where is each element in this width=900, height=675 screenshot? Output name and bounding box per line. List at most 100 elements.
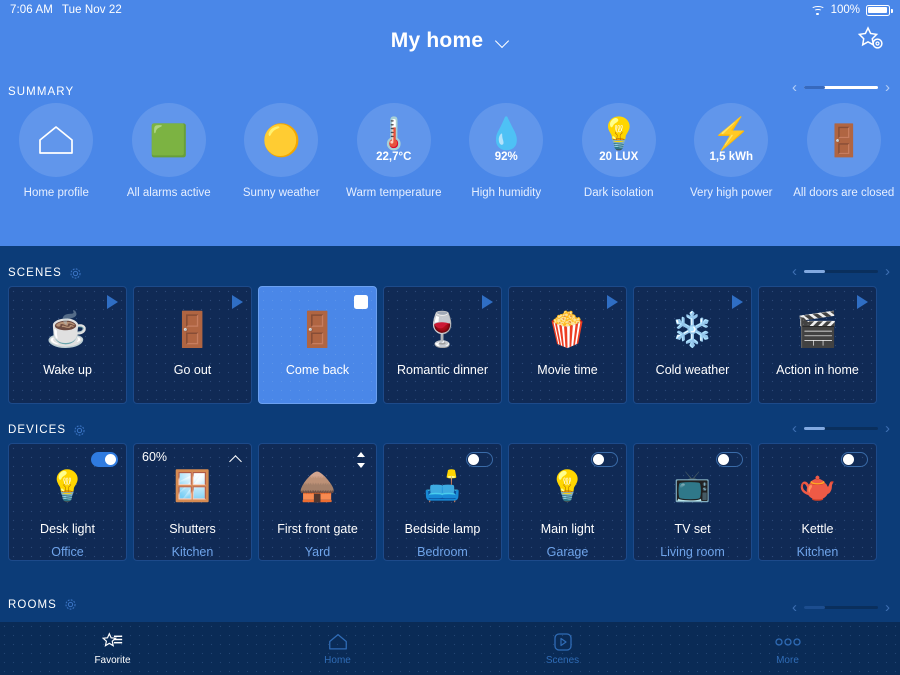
header-zone: 7:06 AM Tue Nov 22 100% My home SUMMARY … [0, 0, 900, 246]
chevron-left-icon[interactable]: ‹ [792, 80, 797, 95]
smart-home-app: 7:06 AM Tue Nov 22 100% My home SUMMARY … [0, 0, 900, 675]
body-zone: SCENES ‹ › ☕ Wake up 🚪 Go out 🚪 Come back 🍷 Rom… [0, 246, 900, 621]
scene-card[interactable]: 🍿 Movie time [508, 286, 627, 404]
scenes-scrollbar[interactable]: ‹ › [792, 264, 890, 279]
summary-item-label: Sunny weather [242, 187, 320, 199]
summary-item-circle: ⚡ 1,5 kWh [694, 103, 769, 177]
device-name: Desk light [40, 522, 95, 536]
device-icon: 💡 [48, 470, 87, 503]
scene-card[interactable]: ❄️ Cold weather [633, 286, 752, 404]
summary-item[interactable]: 🟡 Sunny weather [225, 103, 338, 223]
summary-item-circle: 🟩 [131, 103, 206, 177]
gear-icon[interactable] [69, 267, 82, 280]
chevron-left-icon[interactable]: ‹ [792, 600, 797, 615]
device-value: 60% [142, 450, 168, 464]
scene-icon: 🍷 [421, 311, 464, 349]
summary-item[interactable]: ⚡ 1,5 kWh Very high power [675, 103, 788, 223]
summary-item-label: All alarms active [126, 187, 211, 199]
chevron-down-icon [496, 35, 509, 48]
chevron-right-icon[interactable]: › [885, 264, 890, 279]
chevron-right-icon[interactable]: › [885, 80, 890, 95]
stop-icon[interactable] [354, 295, 368, 309]
devices-list: 💡 Desk light Office 60% 🪟 Shutters Kitchen 🛖 Fir… [0, 443, 900, 561]
device-icon: 🫖 [798, 470, 837, 503]
device-card[interactable]: 🫖 Kettle Kitchen [758, 443, 877, 561]
device-toggle[interactable] [841, 452, 868, 467]
play-icon[interactable] [857, 295, 868, 309]
play-icon[interactable] [732, 295, 743, 309]
device-name: Kettle [801, 522, 834, 536]
summary-item[interactable]: Home profile [0, 103, 113, 223]
chevron-up-icon[interactable] [231, 454, 242, 465]
scene-card[interactable]: 🎬 Action in home [758, 286, 877, 404]
bottom-navigation: Favorite Home Scenes More [0, 622, 900, 675]
summary-scrollbar[interactable]: ‹ › [792, 80, 890, 95]
devices-scrollbar[interactable]: ‹ › [792, 421, 890, 436]
device-name: Bedside lamp [404, 522, 481, 536]
scene-icon: ☕ [46, 311, 89, 349]
summary-item-value: 1,5 kWh [709, 150, 753, 163]
summary-item[interactable]: 💧 92% High humidity [450, 103, 563, 223]
scene-name: Come back [285, 363, 350, 377]
nav-item-label: More [776, 654, 799, 666]
page-title: My home [390, 29, 484, 52]
device-toggle[interactable] [91, 452, 118, 467]
device-card[interactable]: 💡 Desk light Office [8, 443, 127, 561]
scene-icon: 🚪 [296, 311, 339, 349]
summary-item-label: All doors are closed [793, 187, 895, 199]
nav-item-scenes[interactable]: Scenes [450, 622, 675, 675]
play-icon[interactable] [607, 295, 618, 309]
device-toggle[interactable] [591, 452, 618, 467]
wifi-icon [810, 5, 825, 16]
device-name: TV set [674, 522, 711, 536]
scene-card[interactable]: 🍷 Romantic dinner [383, 286, 502, 404]
chevron-right-icon[interactable]: › [885, 421, 890, 436]
rooms-scrollbar[interactable]: ‹ › [792, 600, 890, 615]
gear-icon[interactable] [73, 424, 86, 437]
play-icon[interactable] [482, 295, 493, 309]
device-toggle[interactable] [466, 452, 493, 467]
battery-full-icon [866, 4, 893, 16]
up-down-arrows-icon[interactable] [355, 451, 367, 469]
scene-card[interactable]: 🚪 Go out [133, 286, 252, 404]
scenes-list: ☕ Wake up 🚪 Go out 🚪 Come back 🍷 Romantic dinne… [0, 286, 900, 404]
device-icon: 🛖 [298, 470, 337, 503]
play-square-icon [553, 632, 573, 652]
scenes-section-header: SCENES ‹ › [0, 260, 900, 286]
light-sensor-icon: 💡 [599, 115, 639, 151]
nav-item-favorite[interactable]: Favorite [0, 622, 225, 675]
device-card[interactable]: 60% 🪟 Shutters Kitchen [133, 443, 252, 561]
gear-icon[interactable] [64, 598, 77, 611]
chevron-right-icon[interactable]: › [885, 600, 890, 615]
scene-name: Movie time [537, 363, 598, 377]
play-icon[interactable] [232, 295, 243, 309]
sun-icon: 🟡 [261, 122, 301, 158]
chevron-left-icon[interactable]: ‹ [792, 264, 797, 279]
chevron-left-icon[interactable]: ‹ [792, 421, 797, 436]
summary-item[interactable]: 🌡️ 22,7°C Warm temperature [338, 103, 451, 223]
summary-item[interactable]: 🚪 All doors are closed [788, 103, 900, 223]
device-card[interactable]: 🛖 First front gate Yard [258, 443, 377, 561]
device-card[interactable]: 💡 Main light Garage [508, 443, 627, 561]
scene-card[interactable]: ☕ Wake up [8, 286, 127, 404]
play-icon[interactable] [107, 295, 118, 309]
nav-item-more[interactable]: More [675, 622, 900, 675]
device-icon: 🛋️ [423, 470, 462, 503]
nav-item-label: Scenes [545, 654, 580, 666]
alarm-panel-icon: 🟩 [149, 122, 189, 158]
device-name: Main light [540, 522, 595, 536]
summary-item[interactable]: 🟩 All alarms active [113, 103, 226, 223]
device-card[interactable]: 🛋️ Bedside lamp Bedroom [383, 443, 502, 561]
scene-name: Go out [173, 363, 212, 377]
summary-section-header: SUMMARY [8, 82, 74, 100]
scene-card[interactable]: 🚪 Come back [258, 286, 377, 404]
summary-item-circle: 💡 20 LUX [581, 103, 656, 177]
summary-item-label: High humidity [471, 187, 542, 199]
summary-item[interactable]: 💡 20 LUX Dark isolation [563, 103, 676, 223]
star-gear-icon[interactable] [854, 22, 888, 56]
home-selector-button[interactable]: My home [391, 29, 509, 53]
device-toggle[interactable] [716, 452, 743, 467]
nav-item-home[interactable]: Home [225, 622, 450, 675]
scene-name: Action in home [776, 363, 859, 377]
device-card[interactable]: 📺 TV set Living room [633, 443, 752, 561]
